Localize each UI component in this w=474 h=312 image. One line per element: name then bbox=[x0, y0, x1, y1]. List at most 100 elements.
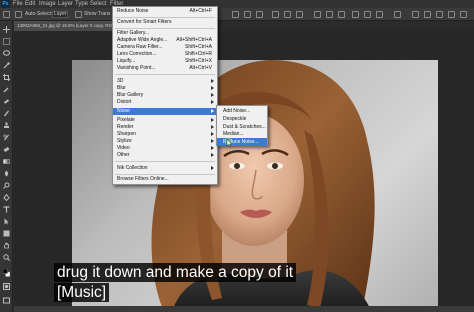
menu-file[interactable]: File bbox=[13, 0, 23, 8]
align-top-icon[interactable] bbox=[232, 11, 239, 18]
menu-item-pixelate[interactable]: Pixelate bbox=[113, 117, 217, 124]
menu-item-filter-gallery[interactable]: Filter Gallery... bbox=[113, 30, 217, 37]
align-left-icon[interactable] bbox=[272, 11, 279, 18]
quick-mask-icon[interactable] bbox=[3, 283, 10, 290]
quick-select-tool-icon[interactable] bbox=[3, 62, 10, 69]
hand-tool-icon[interactable] bbox=[3, 242, 10, 249]
distribute-vcenter-icon[interactable] bbox=[326, 11, 333, 18]
screen-mode-icon[interactable] bbox=[3, 297, 10, 304]
submenu-arrow-icon bbox=[211, 139, 214, 143]
move-tool-icon[interactable] bbox=[3, 26, 10, 33]
caption-line-1: drug it down and make a copy of it bbox=[54, 263, 297, 282]
menu-select[interactable]: Select bbox=[90, 0, 107, 8]
menu-item-vanishing-point[interactable]: Vanishing Point... Alt+Ctrl+V bbox=[113, 65, 217, 72]
blur-tool-icon[interactable] bbox=[3, 170, 10, 177]
layer-dropdown[interactable]: Layer bbox=[52, 11, 68, 18]
gradient-tool-icon[interactable] bbox=[3, 158, 10, 165]
distribute-bottom-icon[interactable] bbox=[338, 11, 345, 18]
history-brush-tool-icon[interactable] bbox=[3, 134, 10, 141]
filter-menu: Reduce Noise Alt+Ctrl+F Convert for Smar… bbox=[112, 6, 218, 185]
photoshop-logo: Ps bbox=[1, 0, 10, 8]
menu-separator bbox=[115, 27, 215, 29]
menu-item-render[interactable]: Render bbox=[113, 124, 217, 131]
3d-rotate-icon[interactable] bbox=[424, 11, 431, 18]
menu-item-liquify[interactable]: Liquify... Shift+Ctrl+X bbox=[113, 58, 217, 65]
auto-align-icon[interactable] bbox=[394, 11, 401, 18]
menu-item-video[interactable]: Video bbox=[113, 145, 217, 152]
align-bottom-icon[interactable] bbox=[256, 11, 263, 18]
menu-item-blur[interactable]: Blur bbox=[113, 85, 217, 92]
document-tab-title: 13903A956_21.jpg @ 15.8% (Layer 0 copy, … bbox=[17, 23, 121, 28]
options-bar: Auto-Select: Layer Show Trans bbox=[0, 8, 474, 21]
mouse-cursor-icon bbox=[224, 135, 233, 153]
menu-bar: Ps File Edit Image Layer Type Select Fil… bbox=[0, 0, 474, 8]
menu-separator bbox=[115, 161, 215, 162]
brush-tool-icon[interactable] bbox=[3, 110, 10, 117]
pen-tool-icon[interactable] bbox=[3, 194, 10, 201]
menu-edit[interactable]: Edit bbox=[25, 0, 35, 8]
type-tool-icon[interactable] bbox=[3, 206, 10, 213]
eyedropper-tool-icon[interactable] bbox=[3, 86, 10, 93]
lasso-tool-icon[interactable] bbox=[3, 50, 10, 57]
menu-item-camera-raw-filter[interactable]: Camera Raw Filter... Shift+Ctrl+A bbox=[113, 44, 217, 51]
menu-item-nik-collection[interactable]: Nik Collection bbox=[113, 165, 217, 172]
menu-item-3d[interactable]: 3D bbox=[113, 78, 217, 85]
submenu-arrow-icon bbox=[211, 166, 214, 170]
distribute-right-icon[interactable] bbox=[376, 11, 383, 18]
submenu-arrow-icon bbox=[211, 79, 214, 83]
menu-item-sharpen[interactable]: Sharpen bbox=[113, 131, 217, 138]
dodge-tool-icon[interactable] bbox=[3, 182, 10, 189]
menu-item-blur-gallery[interactable]: Blur Gallery bbox=[113, 92, 217, 99]
move-tool-preset-icon[interactable] bbox=[3, 11, 10, 18]
menu-type[interactable]: Type bbox=[75, 0, 88, 8]
menu-item-distort[interactable]: Distort bbox=[113, 99, 217, 106]
crop-tool-icon[interactable] bbox=[3, 74, 10, 81]
auto-select-label: Auto-Select: bbox=[25, 11, 53, 17]
menu-separator bbox=[115, 73, 215, 75]
submenu-arrow-icon bbox=[211, 153, 214, 157]
menu-item-noise[interactable]: Noise bbox=[113, 108, 217, 115]
marquee-tool-icon[interactable] bbox=[3, 38, 10, 45]
menu-item-browse-filters-online[interactable]: Browse Filters Online... bbox=[113, 176, 217, 183]
submenu-arrow-icon bbox=[211, 86, 214, 90]
distribute-hcenter-icon[interactable] bbox=[364, 11, 371, 18]
menu-image[interactable]: Image bbox=[39, 0, 56, 8]
submenu-item-add-noise[interactable]: Add Noise... bbox=[217, 107, 267, 115]
clone-stamp-tool-icon[interactable] bbox=[3, 122, 10, 129]
healing-brush-tool-icon[interactable] bbox=[3, 98, 10, 105]
foreground-color-swatch[interactable] bbox=[3, 269, 10, 277]
3d-roll-icon[interactable] bbox=[436, 11, 443, 18]
document-tab[interactable]: 13903A956_21.jpg @ 15.8% (Layer 0 copy, … bbox=[14, 21, 124, 31]
show-transform-checkbox[interactable] bbox=[75, 11, 82, 18]
menu-separator bbox=[115, 173, 215, 175]
menu-separator bbox=[115, 16, 215, 18]
path-select-tool-icon[interactable] bbox=[3, 218, 10, 225]
tools-panel bbox=[0, 21, 13, 312]
submenu-arrow-icon bbox=[211, 93, 214, 97]
3d-mode-icon[interactable] bbox=[412, 11, 419, 18]
distribute-left-icon[interactable] bbox=[352, 11, 359, 18]
3d-drag-icon[interactable] bbox=[448, 11, 455, 18]
menu-item-other[interactable]: Other bbox=[113, 152, 217, 159]
align-hcenter-icon[interactable] bbox=[284, 11, 291, 18]
menu-item-lens-correction[interactable]: Lens Correction... Shift+Ctrl+R bbox=[113, 51, 217, 58]
auto-select-checkbox[interactable] bbox=[15, 11, 22, 18]
align-vcenter-icon[interactable] bbox=[244, 11, 251, 18]
menu-item-adaptive-wide-angle[interactable]: Adaptive Wide Angle... Alt+Shift+Ctrl+A bbox=[113, 37, 217, 44]
submenu-arrow-icon bbox=[211, 118, 214, 122]
submenu-arrow-icon bbox=[211, 100, 214, 104]
3d-slide-icon[interactable] bbox=[460, 11, 467, 18]
align-right-icon[interactable] bbox=[296, 11, 303, 18]
menu-item-convert-smart-filters[interactable]: Convert for Smart Filters bbox=[113, 19, 217, 26]
submenu-arrow-icon bbox=[211, 125, 214, 129]
zoom-tool-icon[interactable] bbox=[3, 254, 10, 261]
shape-tool-icon[interactable] bbox=[3, 230, 10, 237]
distribute-top-icon[interactable] bbox=[314, 11, 321, 18]
status-bar bbox=[14, 306, 474, 312]
eraser-tool-icon[interactable] bbox=[3, 146, 10, 153]
menu-item-stylize[interactable]: Stylize bbox=[113, 138, 217, 145]
submenu-item-despeckle[interactable]: Despeckle bbox=[217, 115, 267, 123]
menu-layer[interactable]: Layer bbox=[58, 0, 73, 8]
menu-item-reduce-noise-last[interactable]: Reduce Noise Alt+Ctrl+F bbox=[113, 8, 217, 15]
layer-dropdown-value: Layer bbox=[54, 11, 67, 17]
